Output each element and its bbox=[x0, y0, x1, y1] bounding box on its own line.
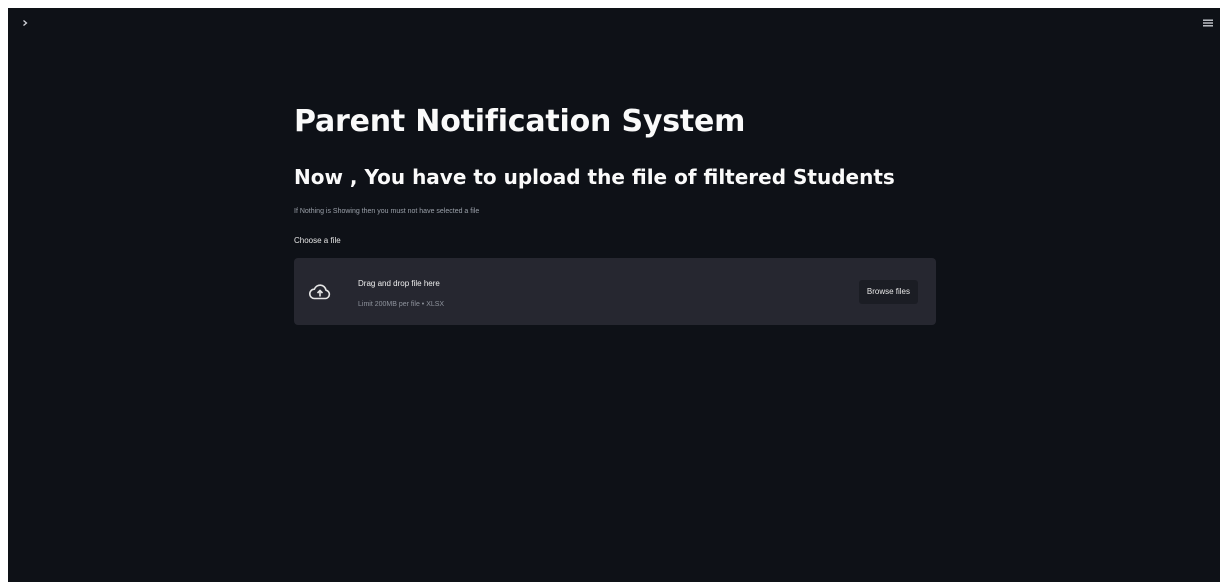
browse-files-button[interactable]: Browse files bbox=[858, 280, 918, 304]
page-title: Parent Notification System bbox=[294, 104, 746, 139]
main-content: Parent Notification System Now , You hav… bbox=[294, 100, 936, 325]
main-menu-button[interactable] bbox=[1200, 16, 1216, 30]
cloud-upload-icon bbox=[309, 284, 331, 300]
file-dropzone[interactable]: Drag and drop file here Limit 200MB per … bbox=[294, 258, 936, 325]
hamburger-menu-icon bbox=[1203, 19, 1213, 27]
chevron-right-icon bbox=[23, 20, 28, 26]
file-uploader-label: Choose a file bbox=[294, 236, 341, 245]
dropzone-limit: Limit 200MB per file • XLSX bbox=[358, 301, 445, 308]
app-container: Parent Notification System Now , You hav… bbox=[8, 8, 1220, 582]
sidebar-toggle-button[interactable] bbox=[18, 16, 32, 30]
info-note: If Nothing is Showing then you must not … bbox=[294, 208, 480, 215]
dropzone-instruction: Drag and drop file here bbox=[358, 279, 440, 288]
page-subtitle: Now , You have to upload the file of fil… bbox=[294, 165, 895, 189]
